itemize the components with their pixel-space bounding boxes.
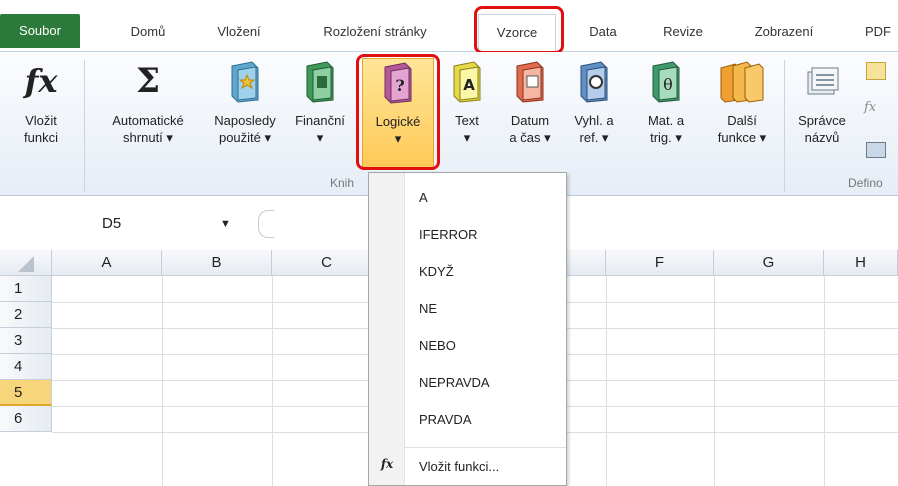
autosum-button[interactable]: Σ Automatické shrnutí ▾: [94, 58, 202, 178]
group-label-function-library: Knih: [330, 176, 355, 190]
lookup-reference-button[interactable]: Vyhl. a ref. ▾: [562, 58, 626, 178]
menu-item-false[interactable]: NEPRAVDA: [405, 364, 566, 401]
date-time-label-2: a čas ▾: [509, 130, 551, 145]
row-header-3[interactable]: 3: [0, 328, 52, 354]
menu-item-true[interactable]: PRAVDA: [405, 401, 566, 438]
tab-file[interactable]: Soubor: [0, 14, 80, 48]
row-header-1[interactable]: 1: [0, 276, 52, 302]
math-trig-label-1: Mat. a: [647, 113, 685, 128]
book-calendar-icon: [516, 61, 544, 103]
menu-icon-gutter: [369, 173, 405, 485]
tab-home[interactable]: Domů: [118, 16, 178, 48]
tab-view[interactable]: Zobrazení: [736, 16, 832, 48]
book-magnifier-icon: [580, 61, 608, 103]
tab-formulas[interactable]: Vzorce: [478, 14, 556, 53]
tab-page-layout[interactable]: Rozložení stránky: [300, 16, 450, 48]
date-time-label-1: Datum: [510, 113, 550, 128]
svg-text:A: A: [463, 76, 475, 94]
ribbon-separator: [84, 60, 85, 192]
column-header-f[interactable]: F: [606, 250, 714, 276]
autosum-label-1: Automatické: [112, 113, 184, 128]
book-financial-icon: [306, 61, 334, 103]
row-header-2[interactable]: 2: [0, 302, 52, 328]
row-header-5[interactable]: 5: [0, 380, 52, 406]
recently-used-label-1: Naposledy: [214, 113, 276, 128]
lookup-reference-label-2: ref. ▾: [579, 130, 609, 145]
fx-icon: fx: [24, 62, 58, 100]
name-manager-icon: [807, 67, 839, 95]
fx-icon: fx: [380, 457, 394, 471]
text-functions-label-1: Text: [455, 113, 479, 128]
name-manager-button[interactable]: Správce názvů: [788, 58, 856, 178]
grid-line: [714, 276, 715, 486]
math-trig-button[interactable]: θ Mat. a trig. ▾: [634, 58, 698, 178]
math-trig-label-2: trig. ▾: [650, 130, 682, 145]
date-time-button[interactable]: Datum a čas ▾: [500, 58, 560, 178]
column-header-h[interactable]: H: [824, 250, 898, 276]
name-manager-label-1: Správce: [798, 113, 846, 128]
column-header-b[interactable]: B: [162, 250, 272, 276]
group-label-defined-names: Defino: [848, 176, 883, 190]
row-header-6[interactable]: 6: [0, 406, 52, 432]
tab-pdf[interactable]: PDF: [858, 16, 898, 48]
financial-label-2: ▾: [316, 130, 324, 145]
column-header-c[interactable]: C: [272, 250, 382, 276]
insert-function-button[interactable]: fx Vložit funkci: [6, 58, 76, 178]
row-header-4[interactable]: 4: [0, 354, 52, 380]
column-header-a[interactable]: A: [52, 250, 162, 276]
name-box-dropdown-arrow[interactable]: ▼: [220, 210, 231, 238]
use-in-formula-small-icon[interactable]: fx: [864, 100, 876, 115]
column-header-g[interactable]: G: [714, 250, 824, 276]
tab-data[interactable]: Data: [578, 16, 628, 48]
ribbon-tab-bar: Soubor Domů Vložení Rozložení stránky Vz…: [0, 0, 898, 53]
grid-line: [162, 276, 163, 486]
recently-used-label-2: použité ▾: [218, 130, 272, 145]
ribbon-separator: [784, 60, 785, 192]
books-stack-icon: [720, 61, 764, 103]
insert-function-label-1: Vložit: [25, 113, 57, 128]
more-functions-label-1: Další: [727, 113, 757, 128]
menu-item-or[interactable]: NEBO: [405, 327, 566, 364]
svg-text:?: ?: [395, 76, 404, 95]
grid-line: [272, 276, 273, 486]
name-box-value: D5: [102, 215, 122, 232]
grid-line: [824, 276, 825, 486]
sigma-icon: Σ: [135, 61, 161, 101]
logical-label-2: ▾: [394, 131, 402, 146]
tab-insert[interactable]: Vložení: [204, 16, 274, 48]
tab-review[interactable]: Revize: [650, 16, 716, 48]
menu-item-and[interactable]: A: [405, 179, 566, 216]
recently-used-button[interactable]: Naposledy použité ▾: [202, 58, 288, 178]
logical-label-1: Logické: [375, 114, 421, 129]
text-functions-label-2: ▾: [463, 130, 471, 145]
select-all-corner[interactable]: [0, 250, 52, 276]
logical-button[interactable]: ? Logické ▾: [362, 58, 434, 170]
more-functions-label-2: funkce ▾: [717, 130, 767, 145]
menu-item-insert-function[interactable]: Vložit funkci...: [405, 448, 566, 485]
menu-item-iferror[interactable]: IFERROR: [405, 216, 566, 253]
book-star-icon: [231, 61, 259, 103]
menu-item-not[interactable]: NE: [405, 290, 566, 327]
logical-functions-menu: A IFERROR KDYŽ NE NEBO NEPRAVDA PRAVDA f…: [368, 172, 567, 486]
book-text-icon: A: [453, 61, 481, 103]
name-manager-label-2: názvů: [804, 130, 840, 145]
svg-text:θ: θ: [663, 75, 673, 94]
formula-bar-divider: [258, 210, 274, 238]
grid-line: [606, 276, 607, 486]
book-theta-icon: θ: [652, 61, 680, 103]
insert-function-label-2: funkci: [24, 130, 58, 145]
define-name-small-icon[interactable]: [866, 62, 886, 80]
more-functions-button[interactable]: Další funkce ▾: [702, 58, 782, 178]
create-from-selection-small-icon[interactable]: [866, 142, 886, 158]
name-box[interactable]: D5 ▼: [60, 210, 265, 238]
book-question-icon: ?: [384, 62, 412, 104]
lookup-reference-label-1: Vyhl. a: [574, 113, 614, 128]
autosum-label-2: shrnutí ▾: [123, 130, 173, 145]
menu-item-if[interactable]: KDYŽ: [405, 253, 566, 290]
financial-label-1: Finanční: [295, 113, 345, 128]
select-all-triangle-icon: [18, 256, 34, 272]
text-functions-button[interactable]: A Text ▾: [440, 58, 494, 178]
financial-button[interactable]: Finanční ▾: [288, 58, 352, 178]
